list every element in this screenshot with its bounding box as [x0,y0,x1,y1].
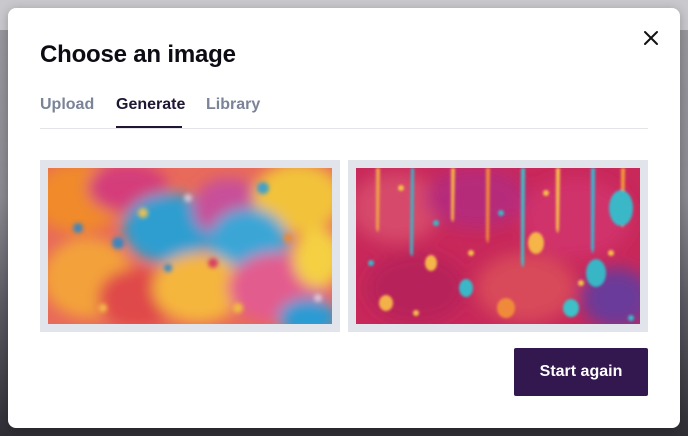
tab-upload[interactable]: Upload [40,96,94,114]
tab-bar: Upload Generate Library [40,92,648,129]
tab-library[interactable]: Library [206,96,260,114]
close-button[interactable] [639,26,663,50]
start-again-button[interactable]: Start again [514,348,648,396]
active-tab-indicator [116,126,182,128]
generated-image-paint-drips [356,168,640,324]
generated-image-option-2[interactable] [348,160,648,332]
generated-image-paint-splatter [48,168,332,324]
close-icon [644,31,658,45]
tab-generate[interactable]: Generate [116,96,185,114]
choose-image-dialog: Choose an image Upload Generate Library [8,8,680,428]
dialog-title: Choose an image [40,41,236,68]
generated-image-option-1[interactable] [40,160,340,332]
